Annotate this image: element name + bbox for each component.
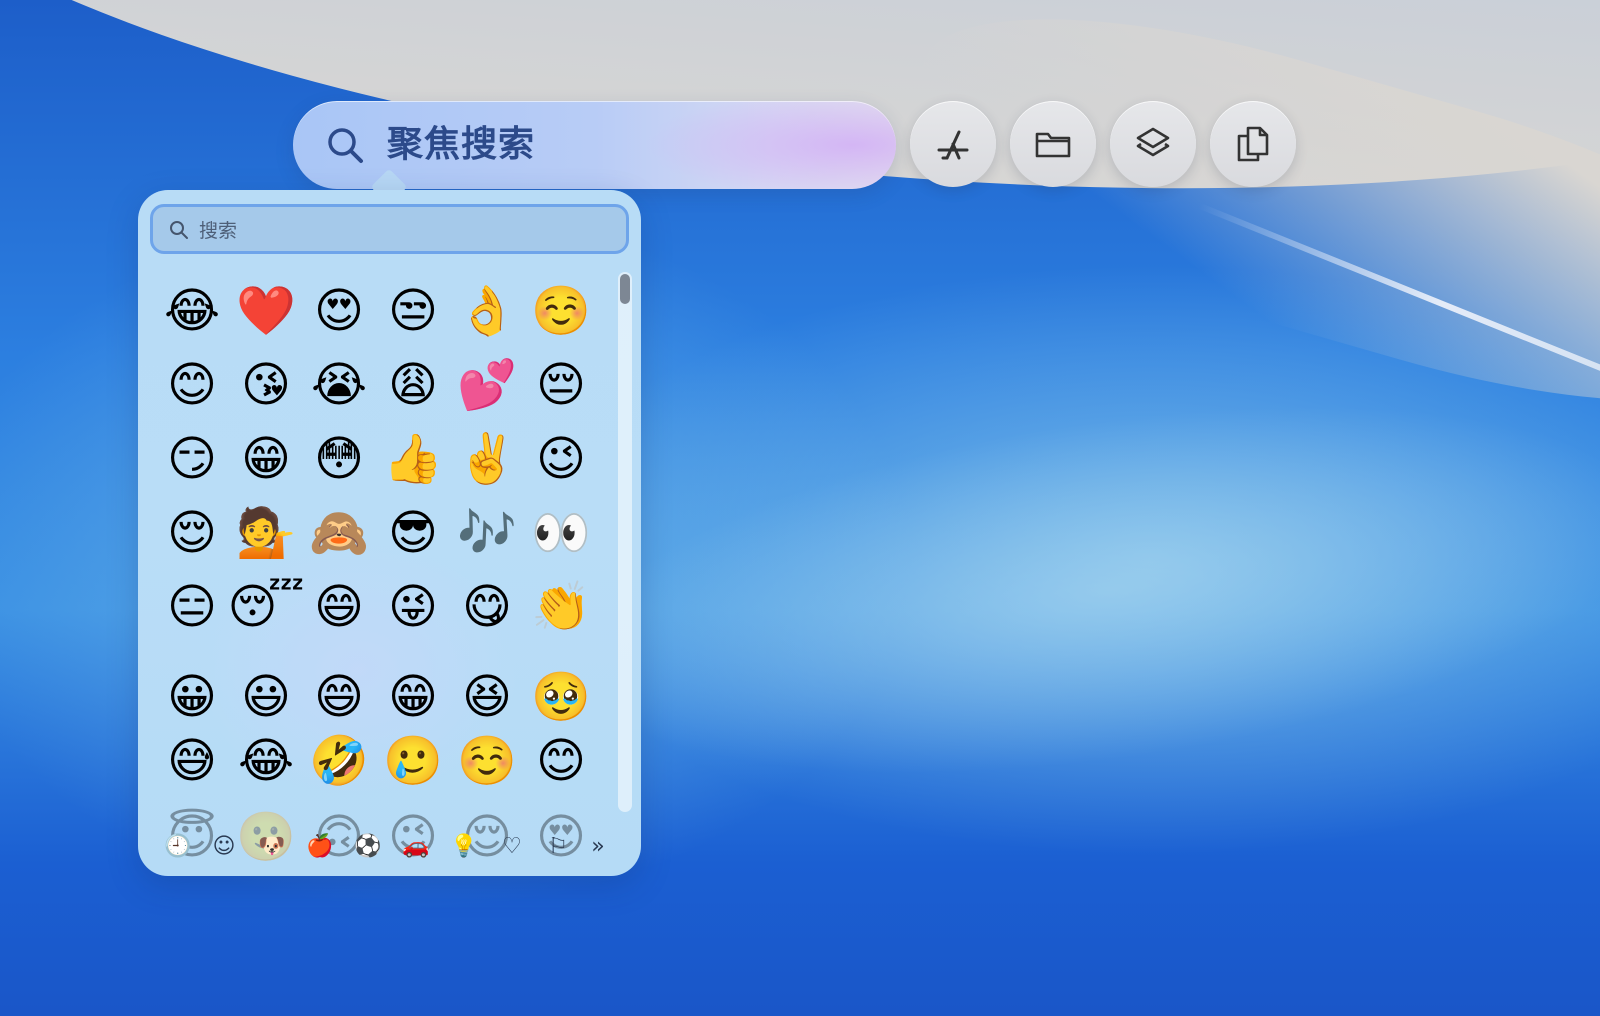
- emoji-cell[interactable]: 😴: [228, 572, 305, 642]
- emoji-cell[interactable]: 😍: [304, 276, 374, 346]
- emoji-cell[interactable]: 😅: [157, 726, 227, 796]
- emoji-cell[interactable]: 👀: [526, 498, 596, 568]
- emoji-cell[interactable]: 😃: [231, 662, 301, 732]
- emoji-cell[interactable]: 😩: [378, 350, 448, 420]
- emoji-cell[interactable]: 😊: [526, 726, 596, 796]
- files-button[interactable]: [1010, 101, 1096, 187]
- emoji-cell[interactable]: 🥹: [526, 662, 596, 732]
- category-smileys-icon[interactable]: ☺: [204, 826, 244, 866]
- emoji-cell[interactable]: 😒: [378, 276, 448, 346]
- emoji-category-bar: 🕘 ☺ 🐶 🍎 ⚽ 🚗 💡 ♡ ⚐»: [152, 826, 622, 866]
- desktop-wallpaper: 聚焦搜索 搜索 😂 ❤️ 😍 😒 👌 ☺️ 😊 😘 😭 😩 💕 😔 😏 😁 😳 …: [0, 0, 1600, 1016]
- category-animals-icon[interactable]: 🐶: [252, 826, 292, 866]
- emoji-cell[interactable]: 😄: [304, 662, 374, 732]
- emoji-cell[interactable]: 😎: [378, 498, 448, 568]
- app-store-button[interactable]: [910, 101, 996, 187]
- emoji-cell[interactable]: 👍: [378, 424, 448, 494]
- emoji-cell[interactable]: 😋: [452, 572, 522, 642]
- layers-icon: [1136, 127, 1170, 157]
- emoji-cell[interactable]: 😂: [231, 726, 301, 796]
- emoji-cell[interactable]: 🤣: [304, 726, 374, 796]
- spotlight-query-text[interactable]: 聚焦搜索: [387, 121, 535, 169]
- search-icon: [170, 221, 188, 239]
- emoji-picker-panel: 😂❤️😍😒👌☺️😊😘😭😩💕😔😏😁😳👍✌️😉😌💁🙈😎🎶👀😑😴😄😜😋👏😀😃😄😁😆🥹😅…: [138, 190, 641, 876]
- emoji-cell[interactable]: 🙈: [304, 498, 374, 568]
- emoji-cell[interactable]: 👌: [452, 276, 522, 346]
- emoji-scrollbar-track[interactable]: [618, 272, 632, 812]
- emoji-cell[interactable]: 😊: [157, 350, 227, 420]
- emoji-cell[interactable]: ✌️: [452, 424, 522, 494]
- shortcuts-button[interactable]: [1110, 101, 1196, 187]
- category-activity-icon[interactable]: ⚽: [348, 826, 388, 866]
- emoji-cell[interactable]: 🎶: [452, 498, 522, 568]
- emoji-cell[interactable]: 😁: [378, 662, 448, 732]
- emoji-cell[interactable]: 😄: [304, 572, 374, 642]
- emoji-search-input[interactable]: [197, 215, 601, 247]
- category-travel-icon[interactable]: 🚗: [396, 826, 436, 866]
- emoji-cell[interactable]: 😆: [452, 662, 522, 732]
- wallpaper-wave: [541, 345, 1600, 835]
- emoji-cell[interactable]: 😌: [157, 498, 227, 568]
- emoji-cell[interactable]: 😔: [526, 350, 596, 420]
- emoji-cell[interactable]: 😭: [304, 350, 374, 420]
- emoji-cell[interactable]: 🥲: [378, 726, 448, 796]
- emoji-cell[interactable]: ☺️: [452, 726, 522, 796]
- emoji-search-field[interactable]: [150, 204, 629, 254]
- emoji-cell[interactable]: 💕: [452, 350, 522, 420]
- category-symbols-icon[interactable]: ♡: [492, 826, 532, 866]
- emoji-cell[interactable]: 😀: [157, 662, 227, 732]
- emoji-cell[interactable]: 😘: [231, 350, 301, 420]
- emoji-cell[interactable]: ❤️: [231, 276, 301, 346]
- search-icon: [328, 128, 363, 163]
- emoji-cell[interactable]: ☺️: [526, 276, 596, 346]
- emoji-cell[interactable]: 😜: [378, 572, 448, 642]
- category-more-icon[interactable]: »: [578, 826, 618, 866]
- folder-icon: [1035, 132, 1071, 158]
- emoji-cell[interactable]: 😑: [157, 572, 227, 642]
- emoji-cell[interactable]: 😏: [157, 424, 227, 494]
- emoji-cell[interactable]: 👏: [526, 572, 596, 642]
- emoji-cell[interactable]: 😂: [157, 276, 227, 346]
- clipboard-button[interactable]: [1210, 101, 1296, 187]
- category-recent-icon[interactable]: 🕘: [158, 826, 198, 866]
- category-food-icon[interactable]: 🍎: [300, 826, 340, 866]
- category-objects-icon[interactable]: 💡: [444, 826, 484, 866]
- emoji-cell[interactable]: 😉: [526, 424, 596, 494]
- app-store-icon: [937, 130, 969, 160]
- category-flags-icon[interactable]: ⚐: [538, 826, 578, 866]
- emoji-cell[interactable]: 😁: [231, 424, 301, 494]
- emoji-scrollbar-thumb[interactable]: [620, 274, 630, 304]
- emoji-cell[interactable]: 😳: [304, 424, 374, 494]
- clipboard-icon: [1237, 126, 1269, 162]
- emoji-cell[interactable]: 💁: [231, 498, 301, 568]
